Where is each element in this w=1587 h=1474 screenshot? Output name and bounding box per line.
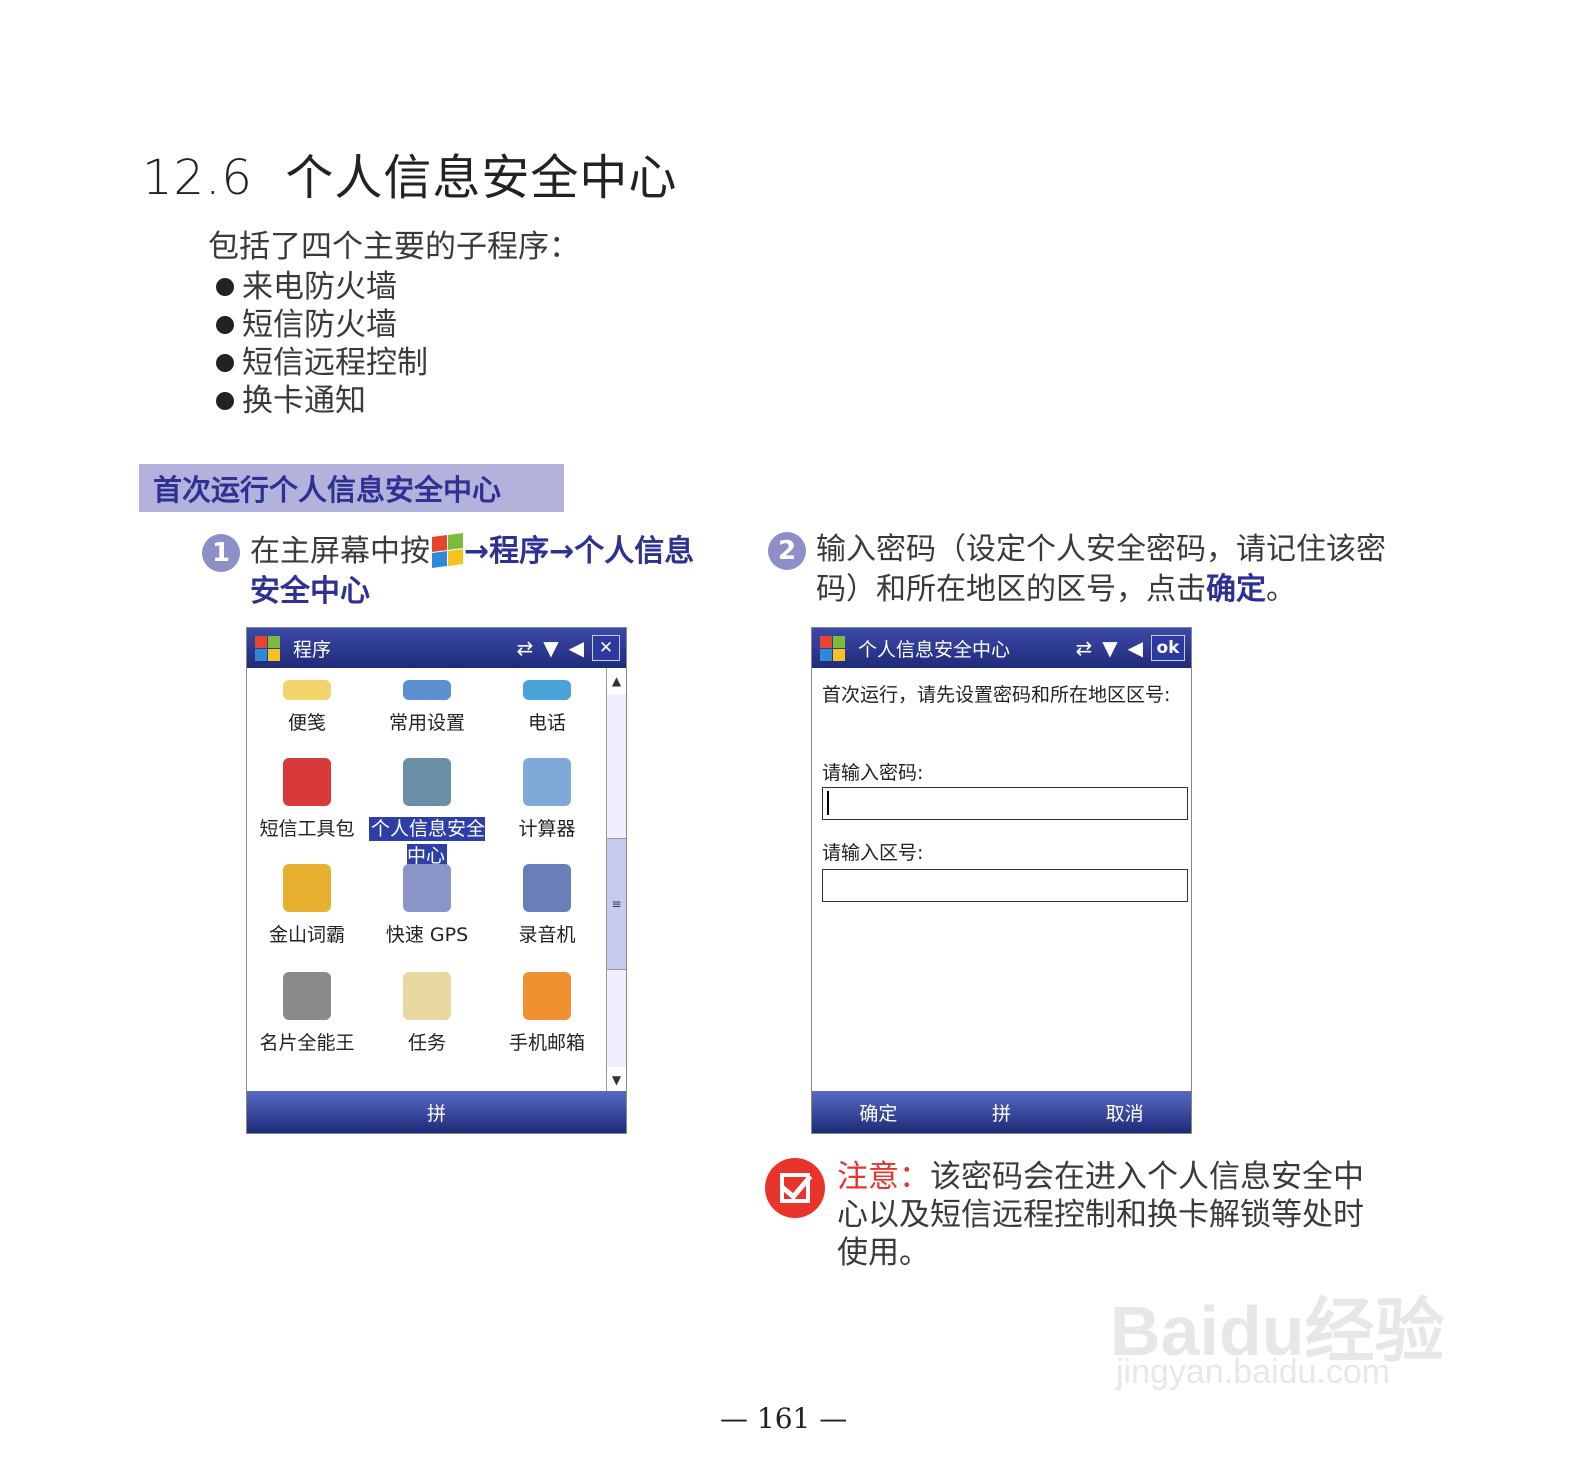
softkey-bar: 确定 拼 取消 bbox=[812, 1091, 1191, 1133]
step-number: 2 bbox=[768, 532, 806, 570]
scroll-down-icon[interactable]: ▼ bbox=[607, 1067, 626, 1093]
app-tasks[interactable]: 任务 bbox=[367, 972, 487, 1055]
scroll-thumb[interactable]: ≡ bbox=[607, 838, 626, 970]
camera-icon bbox=[283, 972, 331, 1020]
volume-icon[interactable]: ◀ bbox=[569, 636, 584, 660]
app-gps[interactable]: 快速 GPS bbox=[367, 864, 487, 947]
scroll-up-icon[interactable]: ▲ bbox=[607, 668, 626, 694]
app-recorder[interactable]: 录音机 bbox=[487, 864, 607, 947]
bullet-icon bbox=[216, 278, 234, 296]
note-label: 注意： bbox=[837, 1159, 930, 1195]
password-field[interactable] bbox=[822, 787, 1188, 820]
ok-button[interactable]: ok bbox=[1151, 635, 1185, 661]
security-center-icon bbox=[403, 758, 451, 806]
start-icon[interactable] bbox=[818, 634, 848, 662]
security-setup-screen: 个人信息安全中心 ⇄ ▼ ◀ ok 首次运行，请先设置密码和所在地区区号: 请输… bbox=[811, 627, 1192, 1134]
password-label: 请输入密码: bbox=[822, 762, 924, 784]
satellite-icon bbox=[403, 864, 451, 912]
calculator-icon bbox=[523, 758, 571, 806]
settings-icon bbox=[403, 680, 451, 700]
setup-prompt: 首次运行，请先设置密码和所在地区区号: bbox=[822, 684, 1171, 706]
page-number: — 161 — bbox=[720, 1402, 848, 1435]
app-phone[interactable]: 电话 bbox=[487, 680, 607, 735]
area-code-field[interactable] bbox=[822, 869, 1188, 902]
arrow-icon: → bbox=[549, 534, 575, 569]
bullet-icon bbox=[216, 316, 234, 334]
signal-icon[interactable]: ▼ bbox=[543, 636, 558, 660]
app-notes[interactable]: 便笺 bbox=[247, 680, 367, 735]
bullet-icon bbox=[216, 392, 234, 410]
confirm-button[interactable]: 确定 bbox=[859, 1099, 897, 1126]
sync-icon[interactable]: ⇄ bbox=[516, 636, 533, 660]
title-bar: 程序 ⇄ ▼ ◀ ✕ bbox=[247, 628, 626, 668]
app-dictionary[interactable]: 金山词霸 bbox=[247, 864, 367, 947]
list-item: 短信防火墙 bbox=[216, 306, 428, 344]
text-cursor bbox=[827, 791, 829, 815]
window-title: 个人信息安全中心 bbox=[858, 638, 1011, 661]
app-security-center[interactable]: 个人信息安全中心 bbox=[367, 758, 487, 868]
step-1: 1 在主屏幕中按 →程序→个人信息安全中心 bbox=[202, 532, 722, 612]
app-grid: 便笺 常用设置 电话 短信工具包 个人信息安全中心 计算器 金山词霸 快速 GP… bbox=[247, 668, 607, 1093]
app-settings[interactable]: 常用设置 bbox=[367, 680, 487, 735]
window-title: 程序 bbox=[293, 638, 332, 661]
mail-icon bbox=[523, 972, 571, 1020]
bullet-icon bbox=[216, 354, 234, 372]
app-card-scanner[interactable]: 名片全能王 bbox=[247, 972, 367, 1055]
programs-screen: 程序 ⇄ ▼ ◀ ✕ 便笺 常用设置 电话 短信工具包 个人信息安全中心 计算器… bbox=[246, 627, 627, 1134]
subsection-banner: 首次运行个人信息安全中心 bbox=[139, 464, 564, 512]
phone-icon bbox=[523, 680, 571, 700]
intro-text: 包括了四个主要的子程序： bbox=[208, 229, 580, 265]
section-title: 12.6 个人信息安全中心 bbox=[142, 150, 678, 206]
volume-icon[interactable]: ◀ bbox=[1128, 636, 1143, 660]
arrow-icon: → bbox=[464, 534, 490, 569]
cancel-button[interactable]: 取消 bbox=[1106, 1099, 1144, 1126]
app-calculator[interactable]: 计算器 bbox=[487, 758, 607, 841]
list-item: 来电防火墙 bbox=[216, 268, 428, 306]
signal-icon[interactable]: ▼ bbox=[1102, 636, 1117, 660]
close-button[interactable]: ✕ bbox=[592, 635, 620, 661]
app-sms-toolkit[interactable]: 短信工具包 bbox=[247, 758, 367, 841]
softkey-bar: 拼 bbox=[247, 1091, 626, 1133]
input-method-button[interactable]: 拼 bbox=[427, 1099, 446, 1126]
step-number: 1 bbox=[202, 534, 240, 572]
checkbox-icon bbox=[765, 1158, 825, 1218]
dictionary-icon bbox=[283, 864, 331, 912]
sync-icon[interactable]: ⇄ bbox=[1075, 636, 1092, 660]
scrollbar[interactable]: ▲ ≡ ▼ bbox=[606, 668, 626, 1093]
step-2: 2 输入密码（设定个人安全密码，请记住该密码）和所在地区的区号，点击确定。 bbox=[768, 530, 1408, 610]
app-mail[interactable]: 手机邮箱 bbox=[487, 972, 607, 1055]
note-icon bbox=[283, 680, 331, 700]
list-item: 短信远程控制 bbox=[216, 344, 428, 382]
list-item: 换卡通知 bbox=[216, 382, 428, 420]
input-method-button[interactable]: 拼 bbox=[992, 1099, 1011, 1126]
clipboard-icon bbox=[403, 972, 451, 1020]
microphone-icon bbox=[523, 864, 571, 912]
title-bar: 个人信息安全中心 ⇄ ▼ ◀ ok bbox=[812, 628, 1191, 668]
area-code-label: 请输入区号: bbox=[822, 842, 924, 864]
subprogram-list: 来电防火墙 短信防火墙 短信远程控制 换卡通知 bbox=[216, 268, 428, 420]
start-icon[interactable] bbox=[253, 634, 283, 662]
sms-toolkit-icon bbox=[283, 758, 331, 806]
baidu-watermark: Baidu经验 jingyan.baidu.com bbox=[1110, 1292, 1445, 1391]
windows-start-icon bbox=[430, 532, 464, 569]
